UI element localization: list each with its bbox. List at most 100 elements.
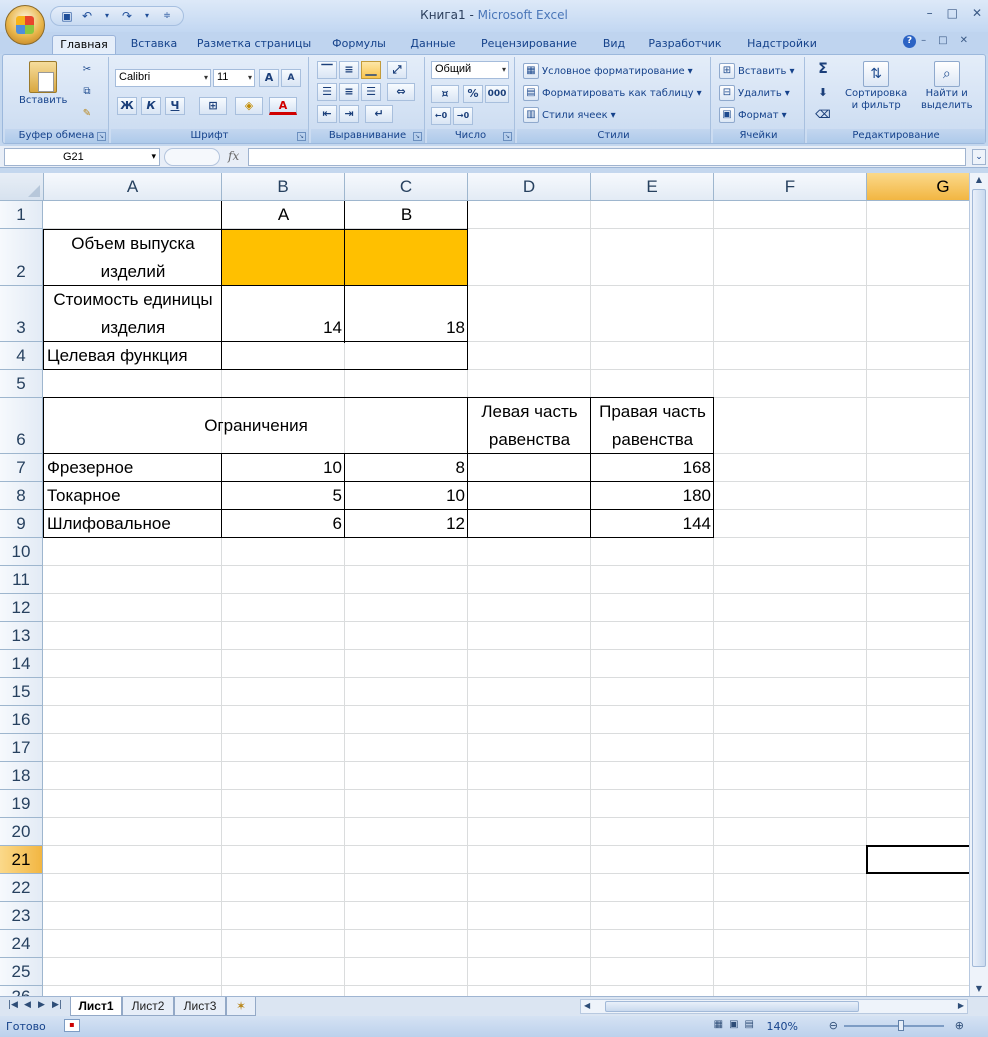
row-header[interactable]: 14 bbox=[0, 650, 43, 678]
sheet-tab-3[interactable]: Лист3 bbox=[174, 997, 226, 1016]
font-launcher-icon[interactable]: ↘ bbox=[297, 132, 306, 141]
font-color-button[interactable]: A bbox=[269, 97, 297, 115]
horizontal-scroll-thumb[interactable] bbox=[605, 1001, 859, 1012]
cell-e8[interactable]: 180 bbox=[591, 482, 714, 510]
row-header[interactable]: 13 bbox=[0, 622, 43, 650]
first-sheet-icon[interactable]: |◀ bbox=[8, 1000, 18, 1010]
zoom-slider[interactable] bbox=[844, 1025, 944, 1027]
row-header[interactable]: 15 bbox=[0, 678, 43, 706]
italic-button[interactable]: К bbox=[141, 97, 161, 115]
cell-a9[interactable]: Шлифовальное bbox=[44, 510, 222, 538]
row-header[interactable]: 8 bbox=[0, 482, 43, 510]
increase-indent-icon[interactable]: ⇥ bbox=[339, 105, 359, 123]
vertical-scrollbar[interactable]: ▲ ▼ bbox=[969, 173, 988, 996]
zoom-level[interactable]: 140% bbox=[767, 1020, 798, 1033]
cell-c3[interactable]: 18 bbox=[345, 314, 468, 342]
tab-addins[interactable]: Надстройки bbox=[740, 35, 824, 54]
currency-icon[interactable]: ¤ bbox=[431, 85, 459, 103]
maximize-button[interactable]: □ bbox=[947, 6, 958, 20]
align-left-icon[interactable]: ☰ bbox=[317, 83, 337, 101]
scroll-left-icon[interactable]: ◀ bbox=[584, 1001, 590, 1010]
row-header[interactable]: 12 bbox=[0, 594, 43, 622]
sort-filter-button[interactable]: ⇅ Сортировка и фильтр bbox=[845, 61, 907, 111]
expand-formula-bar-icon[interactable]: ⌄ bbox=[972, 149, 986, 165]
cell-b8[interactable]: 5 bbox=[222, 482, 345, 510]
clear-icon[interactable]: ⌫ bbox=[813, 107, 833, 125]
cut-icon[interactable]: ✂ bbox=[79, 63, 95, 79]
column-header-d[interactable]: D bbox=[468, 173, 591, 201]
format-painter-icon[interactable]: ✎ bbox=[79, 107, 95, 123]
delete-cells-button[interactable]: ⊟ Удалить ▾ bbox=[719, 85, 790, 101]
row-header[interactable]: 26 bbox=[0, 986, 43, 996]
insert-function-button[interactable]: fx bbox=[228, 149, 239, 163]
align-middle-icon[interactable]: ≡ bbox=[339, 61, 359, 79]
cell-a3[interactable]: Стоимость единицы изделия bbox=[44, 286, 222, 342]
fill-color-icon[interactable]: ◈ bbox=[235, 97, 263, 115]
highlighted-input-cells[interactable] bbox=[222, 229, 467, 285]
align-center-icon[interactable]: ≡ bbox=[339, 83, 359, 101]
cell-b9[interactable]: 6 bbox=[222, 510, 345, 538]
cell-a2[interactable]: Объем выпуска изделий bbox=[44, 229, 222, 286]
column-header-e[interactable]: E bbox=[591, 173, 714, 201]
row-header[interactable]: 19 bbox=[0, 790, 43, 818]
row-header[interactable]: 10 bbox=[0, 538, 43, 566]
formula-input[interactable] bbox=[248, 148, 966, 166]
row-header[interactable]: 24 bbox=[0, 930, 43, 958]
scroll-down-icon[interactable]: ▼ bbox=[972, 982, 986, 996]
workbook-window-controls[interactable]: –□✕ bbox=[921, 35, 980, 46]
close-button[interactable]: ✕ bbox=[972, 6, 982, 20]
tab-developer[interactable]: Разработчик bbox=[642, 35, 728, 54]
view-buttons[interactable]: ▦▣▤ bbox=[714, 1019, 760, 1030]
conditional-formatting-button[interactable]: ▦ Условное форматирование ▾ bbox=[523, 63, 693, 79]
zoom-slider-thumb[interactable] bbox=[898, 1020, 904, 1031]
clipboard-launcher-icon[interactable]: ↘ bbox=[97, 132, 106, 141]
cell-e7[interactable]: 168 bbox=[591, 454, 714, 482]
prev-sheet-icon[interactable]: ◀ bbox=[24, 1000, 31, 1010]
column-header-c[interactable]: C bbox=[345, 173, 468, 201]
active-cell-g21[interactable] bbox=[866, 845, 969, 874]
cell-a4[interactable]: Целевая функция bbox=[44, 342, 222, 370]
number-format-combo[interactable]: Общий ▾ bbox=[431, 61, 509, 79]
align-top-icon[interactable]: ⎺ bbox=[317, 61, 337, 79]
row-header[interactable]: 23 bbox=[0, 902, 43, 930]
worksheet-grid[interactable]: A B C D E F G 1 2 3 4 5 6 7 8 9 10 11 12… bbox=[0, 173, 969, 996]
macro-record-icon[interactable]: ▪ bbox=[64, 1019, 80, 1032]
fill-icon[interactable]: ⬇ bbox=[813, 85, 833, 103]
cell-a8[interactable]: Токарное bbox=[44, 482, 222, 510]
row-header[interactable]: 21 bbox=[0, 846, 43, 874]
thousands-button[interactable]: 000 bbox=[485, 85, 509, 103]
cell-b7[interactable]: 10 bbox=[222, 454, 345, 482]
minimize-button[interactable]: – bbox=[927, 6, 933, 20]
row-header[interactable]: 1 bbox=[0, 201, 43, 229]
cell-e6[interactable]: Правая часть равенства bbox=[591, 398, 714, 454]
shrink-font-button[interactable]: A bbox=[281, 69, 301, 87]
tab-home[interactable]: Главная bbox=[52, 35, 116, 54]
copy-icon[interactable]: ⧉ bbox=[79, 85, 95, 101]
number-launcher-icon[interactable]: ↘ bbox=[503, 132, 512, 141]
cell-styles-button[interactable]: ▥ Стили ячеек ▾ bbox=[523, 107, 616, 123]
row-header[interactable]: 16 bbox=[0, 706, 43, 734]
autosum-button[interactable]: Σ bbox=[813, 61, 833, 79]
row-header[interactable]: 9 bbox=[0, 510, 43, 538]
tab-page-layout[interactable]: Разметка страницы bbox=[192, 35, 316, 54]
cell-c7[interactable]: 8 bbox=[345, 454, 468, 482]
percent-button[interactable]: % bbox=[463, 85, 483, 103]
row-header[interactable]: 17 bbox=[0, 734, 43, 762]
cell-c9[interactable]: 12 bbox=[345, 510, 468, 538]
row-header[interactable]: 25 bbox=[0, 958, 43, 986]
sheet-tab-1[interactable]: Лист1 bbox=[70, 997, 122, 1016]
name-box[interactable]: G21 ▾ bbox=[4, 148, 160, 166]
find-select-button[interactable]: ⌕ Найти и выделить bbox=[921, 61, 972, 111]
column-header-g[interactable]: G bbox=[867, 173, 969, 201]
scroll-up-icon[interactable]: ▲ bbox=[972, 173, 986, 187]
grow-font-button[interactable]: A bbox=[259, 69, 279, 87]
insert-sheet-icon[interactable]: ✶ bbox=[226, 997, 256, 1016]
scroll-right-icon[interactable]: ▶ bbox=[958, 1001, 964, 1010]
help-icon[interactable]: ? bbox=[903, 35, 916, 48]
zoom-out-icon[interactable]: ⊖ bbox=[829, 1019, 838, 1032]
paste-button[interactable]: Вставить bbox=[19, 61, 67, 106]
select-all-button[interactable] bbox=[0, 173, 44, 201]
wrap-text-icon[interactable]: ↵ bbox=[365, 105, 393, 123]
orientation-icon[interactable]: ⤢ bbox=[387, 61, 407, 79]
bold-button[interactable]: Ж bbox=[117, 97, 137, 115]
